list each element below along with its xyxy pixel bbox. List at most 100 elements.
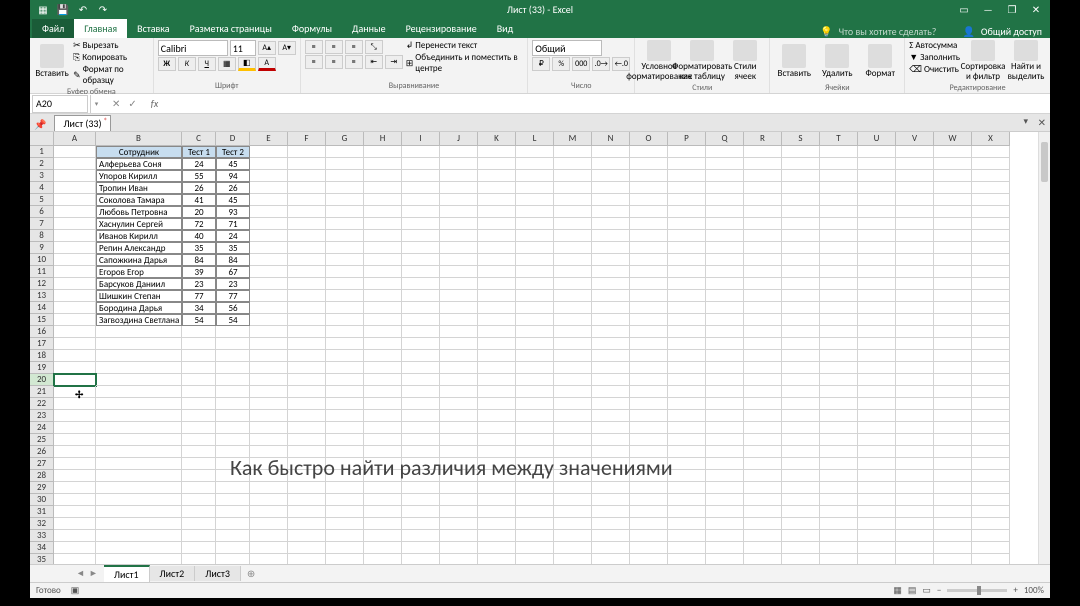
cell-J15[interactable]	[440, 314, 478, 326]
cell-E1[interactable]	[250, 146, 288, 158]
cell-C34[interactable]	[182, 542, 216, 554]
cell-O16[interactable]	[630, 326, 668, 338]
zoom-out-icon[interactable]: −	[937, 585, 941, 596]
cell-T15[interactable]	[820, 314, 858, 326]
col-header-V[interactable]: V	[896, 132, 934, 146]
cell-B22[interactable]	[96, 398, 182, 410]
cell-P6[interactable]	[668, 206, 706, 218]
cell-T10[interactable]	[820, 254, 858, 266]
cell-J11[interactable]	[440, 266, 478, 278]
cell-W25[interactable]	[934, 434, 972, 446]
row-header-27[interactable]: 27	[30, 458, 54, 470]
cell-C12[interactable]: 23	[182, 278, 216, 290]
cell-A11[interactable]	[54, 266, 96, 278]
cell-N14[interactable]	[592, 302, 630, 314]
cell-U20[interactable]	[858, 374, 896, 386]
cell-O31[interactable]	[630, 506, 668, 518]
tab-home[interactable]: Главная	[74, 19, 127, 38]
cell-M34[interactable]	[554, 542, 592, 554]
cell-G4[interactable]	[326, 182, 364, 194]
cell-D11[interactable]: 67	[216, 266, 250, 278]
cell-A13[interactable]	[54, 290, 96, 302]
cell-B20[interactable]	[96, 374, 182, 386]
cell-G5[interactable]	[326, 194, 364, 206]
cell-F3[interactable]	[288, 170, 326, 182]
cell-O34[interactable]	[630, 542, 668, 554]
find-select-button[interactable]: Найти и выделить	[1006, 40, 1046, 82]
cell-X22[interactable]	[972, 398, 1010, 410]
cell-W6[interactable]	[934, 206, 972, 218]
cell-T1[interactable]	[820, 146, 858, 158]
cell-W26[interactable]	[934, 446, 972, 458]
row-header-14[interactable]: 14	[30, 302, 54, 314]
cell-T34[interactable]	[820, 542, 858, 554]
cell-M7[interactable]	[554, 218, 592, 230]
cell-X7[interactable]	[972, 218, 1010, 230]
format-cells-button[interactable]: Формат	[860, 40, 900, 82]
cell-U18[interactable]	[858, 350, 896, 362]
cell-P14[interactable]	[668, 302, 706, 314]
cell-T11[interactable]	[820, 266, 858, 278]
cell-S29[interactable]	[782, 482, 820, 494]
cell-V10[interactable]	[896, 254, 934, 266]
cell-T30[interactable]	[820, 494, 858, 506]
cell-R13[interactable]	[744, 290, 782, 302]
cell-V3[interactable]	[896, 170, 934, 182]
cell-Q20[interactable]	[706, 374, 744, 386]
cell-E13[interactable]	[250, 290, 288, 302]
cell-C29[interactable]	[182, 482, 216, 494]
cell-W1[interactable]	[934, 146, 972, 158]
cell-C16[interactable]	[182, 326, 216, 338]
ribbon-options-icon[interactable]: ▭	[954, 2, 974, 16]
row-header-11[interactable]: 11	[30, 266, 54, 278]
cell-N31[interactable]	[592, 506, 630, 518]
cell-S16[interactable]	[782, 326, 820, 338]
cell-J13[interactable]	[440, 290, 478, 302]
cell-S13[interactable]	[782, 290, 820, 302]
cell-P5[interactable]	[668, 194, 706, 206]
cell-H13[interactable]	[364, 290, 402, 302]
cell-F7[interactable]	[288, 218, 326, 230]
cell-I2[interactable]	[402, 158, 440, 170]
cell-D6[interactable]: 93	[216, 206, 250, 218]
cell-S22[interactable]	[782, 398, 820, 410]
cell-C7[interactable]: 72	[182, 218, 216, 230]
cell-D3[interactable]: 94	[216, 170, 250, 182]
cell-U22[interactable]	[858, 398, 896, 410]
clear-button[interactable]: ⌫ Очистить	[909, 64, 960, 75]
cell-R4[interactable]	[744, 182, 782, 194]
cell-F30[interactable]	[288, 494, 326, 506]
cell-A16[interactable]	[54, 326, 96, 338]
cell-B23[interactable]	[96, 410, 182, 422]
cell-Q10[interactable]	[706, 254, 744, 266]
cell-M3[interactable]	[554, 170, 592, 182]
cell-O15[interactable]	[630, 314, 668, 326]
cell-V31[interactable]	[896, 506, 934, 518]
cell-I24[interactable]	[402, 422, 440, 434]
cell-I15[interactable]	[402, 314, 440, 326]
cell-G8[interactable]	[326, 230, 364, 242]
cell-G22[interactable]	[326, 398, 364, 410]
cell-C3[interactable]: 55	[182, 170, 216, 182]
col-header-A[interactable]: A	[54, 132, 96, 146]
cell-I25[interactable]	[402, 434, 440, 446]
cell-J14[interactable]	[440, 302, 478, 314]
cell-I35[interactable]	[402, 554, 440, 564]
cell-A12[interactable]	[54, 278, 96, 290]
cell-O6[interactable]	[630, 206, 668, 218]
cut-button[interactable]: ✂ Вырезать	[73, 40, 149, 51]
cell-C27[interactable]	[182, 458, 216, 470]
cell-R31[interactable]	[744, 506, 782, 518]
cell-U13[interactable]	[858, 290, 896, 302]
paste-button[interactable]: Вставить	[34, 40, 70, 82]
cell-R8[interactable]	[744, 230, 782, 242]
row-header-26[interactable]: 26	[30, 446, 54, 458]
cell-P1[interactable]	[668, 146, 706, 158]
cell-S15[interactable]	[782, 314, 820, 326]
cell-V18[interactable]	[896, 350, 934, 362]
cell-S18[interactable]	[782, 350, 820, 362]
cell-E17[interactable]	[250, 338, 288, 350]
cell-R11[interactable]	[744, 266, 782, 278]
cell-G6[interactable]	[326, 206, 364, 218]
cell-U27[interactable]	[858, 458, 896, 470]
